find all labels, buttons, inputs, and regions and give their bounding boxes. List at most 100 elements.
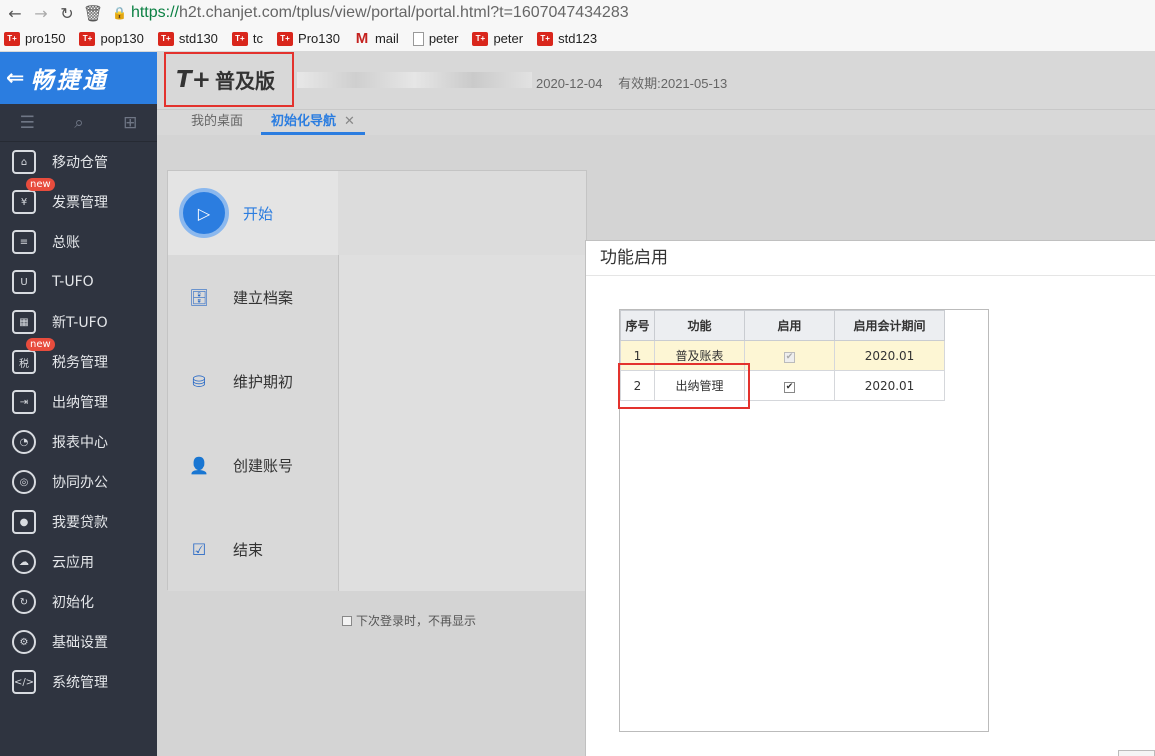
tab-init-guide[interactable]: 初始化导航 ✕ <box>261 110 365 135</box>
collapse-arrow-icon[interactable]: ⇐ <box>6 66 24 91</box>
tplus-icon: T+ <box>79 31 96 46</box>
checklist-icon: ☑ <box>191 539 207 559</box>
bookmark-item[interactable]: T+ peter <box>472 31 523 46</box>
sidebar-item-report[interactable]: ◔ 报表中心 <box>0 422 157 462</box>
sidebar-item-new-tufo[interactable]: ▦ 新T-UFO <box>0 302 157 342</box>
system-icon: </> <box>12 670 36 694</box>
column-header[interactable]: 启用会计期间 <box>834 310 945 341</box>
tab-label: 我的桌面 <box>191 114 244 129</box>
sidebar-item-label: 基础设置 <box>52 635 108 651</box>
trash-icon[interactable]: 🗑 <box>82 2 104 24</box>
enable-checkbox[interactable]: ✔ <box>784 382 795 393</box>
brand-bar[interactable]: ⇐ 畅捷通 <box>0 52 157 104</box>
document-icon <box>412 31 424 46</box>
sidebar-toolbar: ☰ ⌕ ⊞ <box>0 104 157 142</box>
tab-label: 初始化导航 <box>271 114 337 129</box>
tplus-icon: T+ <box>537 31 554 46</box>
step-label: 维护期初 <box>233 372 294 391</box>
archive-icon: 🗄 <box>188 287 210 307</box>
dont-show-checkbox[interactable] <box>342 615 352 626</box>
search-icon[interactable]: ⌕ <box>74 113 84 133</box>
sidebar-item-label: 报表中心 <box>52 435 108 451</box>
date-info: 2020-12-04 有效期:2021-05-13 <box>536 73 739 92</box>
bookmark-item[interactable]: T+ pop130 <box>79 31 144 46</box>
step-start[interactable]: ▷ 开始 <box>168 171 338 255</box>
add-user-icon: 👤 <box>189 455 209 475</box>
step-create-account[interactable]: 👤 创建账号 <box>168 423 338 507</box>
enable-cell: ✔ <box>744 340 835 371</box>
sidebar-item-label: 税务管理 <box>52 355 108 371</box>
sidebar-item-init[interactable]: ↻ 初始化 <box>0 582 157 622</box>
highlight-box <box>618 363 750 409</box>
url-field[interactable]: 🔒 https:// h2t.chanjet.com/tplus/view/po… <box>112 4 629 22</box>
tplus-icon: T+ <box>4 31 20 46</box>
column-header[interactable]: 序号 <box>620 310 655 341</box>
step-finish[interactable]: ☑ 结束 <box>168 507 338 591</box>
sidebar-item-label: 出纳管理 <box>52 395 108 411</box>
validity-date: 有效期:2021-05-13 <box>618 76 728 91</box>
bookmark-item[interactable]: Mmail <box>354 30 399 47</box>
loan-icon: ● <box>12 510 36 534</box>
period-cell[interactable]: 2020.01 <box>834 340 945 371</box>
forward-icon[interactable]: → <box>30 2 52 24</box>
sidebar-item-system[interactable]: </> 系统管理 <box>0 662 157 702</box>
bookmark-label: Pro130 <box>298 31 340 46</box>
bookmark-label: mail <box>374 31 399 46</box>
sidebar-item-label: 总账 <box>52 235 80 251</box>
close-icon[interactable]: ✕ <box>344 114 355 129</box>
sidebar-item-tufo[interactable]: U T-UFO <box>0 262 157 302</box>
bookmark-item[interactable]: T+ tc <box>231 31 264 46</box>
sidebar-item-label: T-UFO <box>52 274 94 290</box>
tplus-icon: T+ <box>157 31 174 46</box>
sidebar-item-collaboration[interactable]: ◎ 协同办公 <box>0 462 157 502</box>
report-icon: ◔ <box>12 430 36 454</box>
dont-show-again[interactable]: 下次登录时，不再显示 <box>342 612 476 629</box>
sidebar-item-ledger[interactable]: ≡ 总账 <box>0 222 157 262</box>
menu-icon[interactable]: ☰ <box>20 113 35 133</box>
step-opening-balance[interactable]: ⛁ 维护期初 <box>168 339 338 423</box>
table-header-row: 序号 功能 启用 启用会计期间 <box>620 310 945 341</box>
bookmark-item[interactable]: T+ Pro130 <box>277 31 340 46</box>
init-icon: ↻ <box>12 590 36 614</box>
bookmark-item[interactable]: peter <box>412 31 458 46</box>
sidebar-item-cashier[interactable]: ⇥ 出纳管理 <box>0 382 157 422</box>
sidebar-item-invoice[interactable]: ¥ new 发票管理 <box>0 178 157 222</box>
sidebar-item-mobile-warehouse[interactable]: ⌂ 移动仓管 <box>0 142 157 182</box>
browser-address-bar: ← → ↻ 🗑 🔒 https:// h2t.chanjet.com/tplus… <box>0 0 1155 26</box>
bookmark-item[interactable]: T+ std130 <box>157 31 218 46</box>
lock-icon: 🔒 <box>112 6 127 20</box>
sidebar-item-label: 初始化 <box>52 595 94 611</box>
tplus-icon: T+ <box>472 31 489 46</box>
url-scheme: https:// <box>130 4 179 21</box>
sidebar-item-basic-settings[interactable]: ⚙ 基础设置 <box>0 622 157 662</box>
tab-bar: 我的桌面 初始化导航 ✕ <box>157 109 1155 135</box>
dialog-button-edge[interactable] <box>1118 750 1155 756</box>
step-label: 创建账号 <box>233 456 294 475</box>
sidebar-nav: ⌂ 移动仓管 ¥ new 发票管理 ≡ 总账 U T-UFO ▦ 新T-UFO 税 new 税务… <box>0 142 157 702</box>
bookmark-item[interactable]: T+ pro150 <box>4 31 65 46</box>
guide-step-body <box>338 255 588 591</box>
bookmark-item[interactable]: T+ std123 <box>537 31 597 46</box>
product-logo: T+ 普及版 <box>164 52 294 107</box>
bookmark-label: tc <box>252 31 264 46</box>
mail-icon: M <box>355 30 369 47</box>
sidebar-item-loan[interactable]: ● 我要贷款 <box>0 502 157 542</box>
reload-icon[interactable]: ↻ <box>56 2 78 24</box>
back-icon[interactable]: ← <box>4 2 26 24</box>
add-icon[interactable]: ⊞ <box>123 113 137 133</box>
bookmarks-bar: T+ pro150 T+ pop130 T+ std130 T+ tc T+ Pro130… <box>0 26 1155 52</box>
tax-icon: 税 <box>12 350 36 374</box>
tab-my-desktop[interactable]: 我的桌面 <box>191 110 243 135</box>
sidebar-item-cloud[interactable]: ☁ 云应用 <box>0 542 157 582</box>
step-create-archive[interactable]: 🗄 建立档案 <box>168 255 338 339</box>
enable-checkbox[interactable]: ✔ <box>784 352 795 363</box>
column-header[interactable]: 启用 <box>744 310 835 341</box>
step-label: 结束 <box>233 540 264 559</box>
cashier-icon: ⇥ <box>12 390 36 414</box>
period-cell[interactable]: 2020.01 <box>834 370 945 401</box>
database-gear-icon: ⛁ <box>192 371 206 391</box>
sidebar-item-label: 移动仓管 <box>52 155 108 171</box>
sidebar-item-tax[interactable]: 税 new 税务管理 <box>0 338 157 382</box>
column-header[interactable]: 功能 <box>654 310 745 341</box>
app-header: T+ 普及版 2020-12-04 有效期:2021-05-13 <box>157 52 1155 109</box>
